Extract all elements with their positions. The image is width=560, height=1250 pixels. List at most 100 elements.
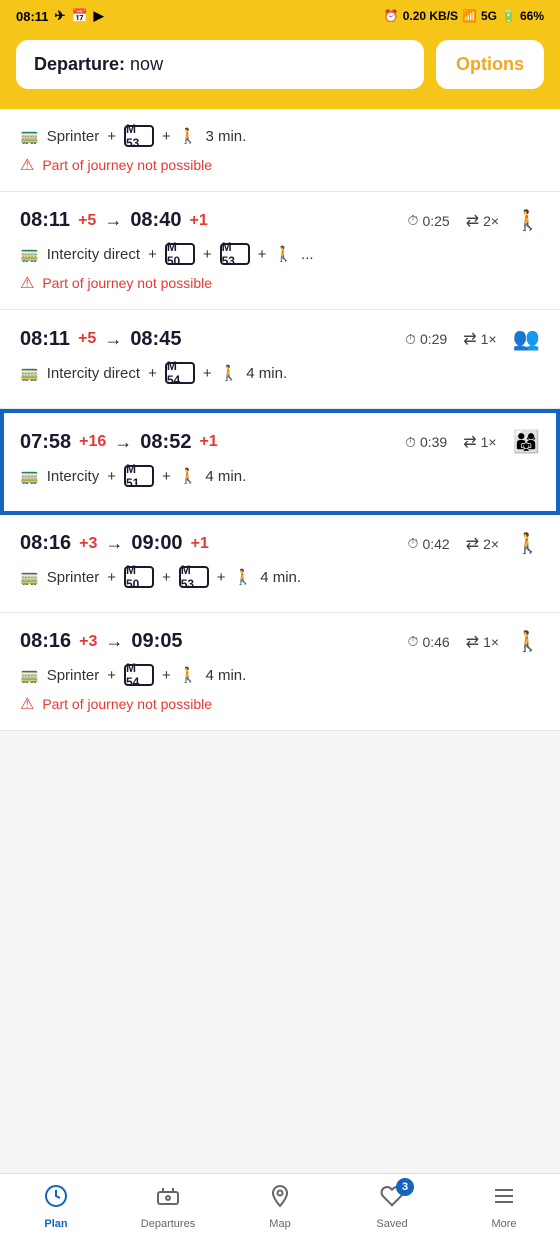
train-icon: 🚃 xyxy=(20,127,39,145)
walk-icon-5: 🚶 xyxy=(179,666,198,684)
data-speed: 0.20 KB/S xyxy=(403,9,458,23)
arrive-time-5: 09:05 xyxy=(131,630,182,653)
transfer-icon-1: ⇄ xyxy=(466,211,479,231)
metro-badge-53: M 53 xyxy=(124,125,154,147)
network-type: 5G xyxy=(481,9,497,23)
journey-card-2[interactable]: 08:11+5 → 08:45 ⏱ 0:29 ⇄ 1× 👥 🚃 Intercit… xyxy=(0,310,560,409)
status-bar: 08:11 ✈ 📅 ▶ ⏰ 0.20 KB/S 📶 5G 🔋 66% xyxy=(0,0,560,30)
duration-5: ⏱ 0:46 xyxy=(408,633,450,650)
nav-departures[interactable]: Departures xyxy=(140,1184,196,1230)
walk-time-5: 4 min. xyxy=(205,667,246,684)
train-type-3: Intercity xyxy=(47,468,100,485)
depart-delay-4: +3 xyxy=(79,535,97,553)
occupancy-icon-4: 🚶 xyxy=(515,531,540,556)
transfer-icon-2: ⇄ xyxy=(463,329,476,349)
metro-badge-4a: M 50 xyxy=(124,566,154,588)
metro-badge-2: M 54 xyxy=(165,362,195,384)
departures-icon xyxy=(156,1184,180,1214)
arrive-delay-4: +1 xyxy=(191,535,209,553)
clock-icon-5: ⏱ xyxy=(408,633,419,650)
journey-route-1: 🚃 Intercity direct + M 50 + M 53 + 🚶 ... xyxy=(20,243,540,265)
nav-plan-label: Plan xyxy=(44,1218,67,1230)
options-button[interactable]: Options xyxy=(436,40,544,89)
warning-1: ⚠ Part of journey not possible xyxy=(20,273,540,293)
metro-badge-1b: M 53 xyxy=(220,243,250,265)
journey-route-4: 🚃 Sprinter + M 50 + M 53 + 🚶 4 min. xyxy=(20,566,540,588)
nav-more[interactable]: More xyxy=(476,1184,532,1230)
saved-badge: 3 xyxy=(396,1178,414,1196)
warning-icon-partial: ⚠ xyxy=(20,155,34,175)
metro-badge-5: M 54 xyxy=(124,664,154,686)
duration-text-3: 0:39 xyxy=(420,434,447,450)
journey-card-4[interactable]: 08:16+3 → 09:00+1 ⏱ 0:42 ⇄ 2× 🚶 🚃 Sprint… xyxy=(0,515,560,613)
depart-time-1: 08:11 xyxy=(20,209,70,232)
journey-meta-2: ⏱ 0:29 ⇄ 1× 👥 xyxy=(405,326,540,352)
bottom-nav: Plan Departures Map 3 Save xyxy=(0,1173,560,1250)
journey-times-3: 07:58+16 → 08:52+1 xyxy=(20,431,218,454)
walk-time-1: ... xyxy=(301,246,314,263)
journey-card-1[interactable]: 08:11+5 → 08:40+1 ⏱ 0:25 ⇄ 2× 🚶 🚃 Interc… xyxy=(0,192,560,310)
nav-more-label: More xyxy=(491,1218,516,1230)
journey-meta-1: ⏱ 0:25 ⇄ 2× 🚶 xyxy=(408,208,540,233)
journey-meta-4: ⏱ 0:42 ⇄ 2× 🚶 xyxy=(408,531,540,556)
nav-saved[interactable]: 3 Saved xyxy=(364,1184,420,1230)
transfer-icon-5: ⇄ xyxy=(466,632,479,652)
train-type-4: Sprinter xyxy=(47,569,100,586)
nav-saved-label: Saved xyxy=(376,1218,407,1230)
departure-label: Departure: xyxy=(34,54,125,74)
duration-1: ⏱ 0:25 xyxy=(408,212,450,229)
walk-time-3: 4 min. xyxy=(205,468,246,485)
journey-route-5: 🚃 Sprinter + M 54 + 🚶 4 min. xyxy=(20,664,540,686)
transfers-text-2: 1× xyxy=(481,331,497,347)
depart-time-3: 07:58 xyxy=(20,431,71,454)
depart-delay-3: +16 xyxy=(79,433,106,451)
warning-5: ⚠ Part of journey not possible xyxy=(20,694,540,714)
transfer-icon-4: ⇄ xyxy=(466,534,479,554)
walk-icon-3: 🚶 xyxy=(179,467,198,485)
clock-icon-2: ⏱ xyxy=(405,331,416,348)
nav-map[interactable]: Map xyxy=(252,1184,308,1230)
departure-selector[interactable]: Departure: now xyxy=(16,40,424,89)
journey-meta-5: ⏱ 0:46 ⇄ 1× 🚶 xyxy=(408,629,540,654)
journey-header-1: 08:11+5 → 08:40+1 ⏱ 0:25 ⇄ 2× 🚶 xyxy=(20,208,540,233)
status-left: 08:11 ✈ 📅 ▶ xyxy=(16,8,104,24)
status-time: 08:11 xyxy=(16,9,49,24)
occupancy-icon-1: 🚶 xyxy=(515,208,540,233)
duration-3: ⏱ 0:39 xyxy=(405,434,447,451)
transfers-5: ⇄ 1× xyxy=(466,632,499,652)
saved-icon: 3 xyxy=(380,1184,404,1214)
journey-header-5: 08:16+3 → 09:05 ⏱ 0:46 ⇄ 1× 🚶 xyxy=(20,629,540,654)
walk-time-4: 4 min. xyxy=(260,569,301,586)
journey-card-partial[interactable]: 🚃 Sprinter + M 53 + 🚶 3 min. ⚠ Part of j… xyxy=(0,109,560,192)
warning-text-partial: Part of journey not possible xyxy=(42,157,212,173)
route-label-sprinter: Sprinter xyxy=(47,128,100,145)
youtube-icon: ▶ xyxy=(94,8,104,24)
transfers-text-3: 1× xyxy=(481,434,497,450)
journey-route-partial: 🚃 Sprinter + M 53 + 🚶 3 min. xyxy=(20,125,540,147)
train-icon-2: 🚃 xyxy=(20,364,39,382)
alarm-icon: ⏰ xyxy=(384,9,399,23)
duration-2: ⏱ 0:29 xyxy=(405,331,447,348)
journey-card-3[interactable]: 07:58+16 → 08:52+1 ⏱ 0:39 ⇄ 1× 👨‍👩‍👧 🚃 I… xyxy=(0,409,560,515)
header: Departure: now Options xyxy=(0,30,560,109)
journey-card-5[interactable]: 08:16+3 → 09:05 ⏱ 0:46 ⇄ 1× 🚶 🚃 Sprinter… xyxy=(0,613,560,731)
walk-time-2: 4 min. xyxy=(246,365,287,382)
journey-header-2: 08:11+5 → 08:45 ⏱ 0:29 ⇄ 1× 👥 xyxy=(20,326,540,352)
walk-icon: 🚶 xyxy=(179,127,198,145)
transfers-2: ⇄ 1× xyxy=(463,329,496,349)
duration-text-5: 0:46 xyxy=(422,634,449,650)
arrive-delay-1: +1 xyxy=(189,212,207,230)
duration-text-2: 0:29 xyxy=(420,331,447,347)
transfers-3: ⇄ 1× xyxy=(463,432,496,452)
arrive-time-4: 09:00 xyxy=(131,532,182,555)
depart-delay-2: +5 xyxy=(78,330,96,348)
plan-icon xyxy=(44,1184,68,1214)
departure-value: now xyxy=(130,54,163,74)
clock-icon-1: ⏱ xyxy=(408,212,419,229)
arrive-delay-3: +1 xyxy=(199,433,217,451)
more-icon xyxy=(492,1184,516,1214)
nav-plan[interactable]: Plan xyxy=(28,1184,84,1230)
depart-time-5: 08:16 xyxy=(20,630,71,653)
duration-text-4: 0:42 xyxy=(422,536,449,552)
train-icon-3: 🚃 xyxy=(20,467,39,485)
